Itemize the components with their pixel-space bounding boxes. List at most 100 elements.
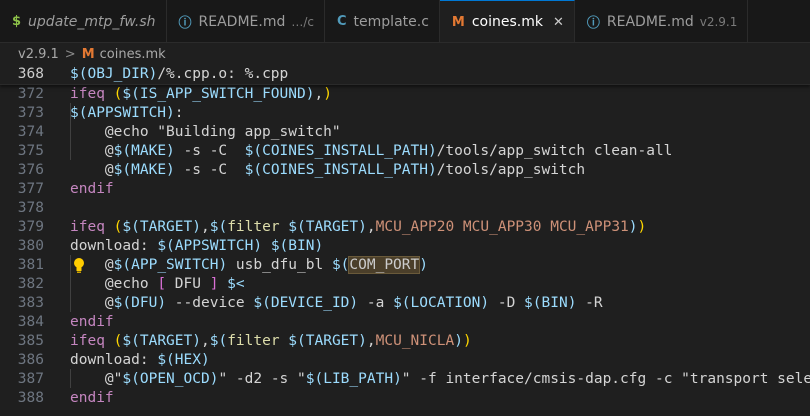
lightbulb-icon[interactable] [72, 257, 86, 274]
code-token: TARGET [139, 219, 193, 235]
code-token: ) [480, 295, 490, 311]
code-token: ) [419, 257, 428, 273]
tab-bar: $ update_mtp_fw.sh ⓘ README.md …/c Ctemplate.… [0, 0, 810, 43]
code-line[interactable]: 383 @$(DFU) --device $(DEVICE_ID) -a $(L… [0, 294, 810, 313]
code-token: /%.cpp.o: %.cpp [157, 66, 289, 82]
line-number: 387 [17, 371, 44, 387]
code-token: ) [358, 219, 367, 235]
line-number: 382 [17, 276, 44, 292]
code-token: ) [166, 105, 175, 121]
code-token: endif [70, 314, 114, 330]
vertical-scrollbar[interactable] [800, 65, 810, 416]
info-icon: ⓘ [178, 16, 192, 31]
code-token: $( [157, 352, 175, 368]
code-token: ) [314, 238, 324, 254]
makefile-icon: M [451, 14, 465, 30]
code-line[interactable]: 374 @echo "Building app_switch" [0, 123, 810, 142]
tab-template-c[interactable]: Ctemplate.c [325, 0, 440, 42]
tab-label: README.md [606, 13, 694, 30]
tab-description: v2.9.1 [699, 14, 738, 29]
code-token: $( [305, 371, 324, 387]
code-token: endif [70, 390, 114, 406]
code-token: $( [70, 105, 88, 121]
code-token: -D [489, 295, 525, 311]
code-editor[interactable]: 368 $(OBJ_DIR)/%.cpp.o: %.cpp 372 ifeq ($(I… [0, 65, 810, 416]
code-text: endif [70, 389, 114, 408]
makefile-icon: M [81, 46, 95, 62]
code-token: endif [70, 181, 114, 197]
code-token: TARGET [305, 333, 359, 349]
code-token: ) [157, 295, 167, 311]
code-token: HEX [174, 352, 201, 368]
sticky-scroll-line[interactable]: 368 $(OBJ_DIR)/%.cpp.o: %.cpp [0, 65, 810, 85]
code-line[interactable]: 381 @$(APP_SWITCH) usb_dfu_bl $(COM_PORT… [0, 256, 810, 275]
code-token: ) [393, 371, 402, 387]
code-line[interactable]: 373 $(APPSWITCH): [0, 104, 810, 123]
code-token: APPSWITCH [87, 105, 167, 121]
code-line[interactable]: 379 ifeq ($(TARGET),$(filter $(TARGET),MC… [0, 218, 810, 237]
tab-label: coines.mk [471, 14, 543, 30]
code-token: /tools/app_switch clean-all [436, 143, 673, 159]
code-text: $(OBJ_DIR)/%.cpp.o: %.cpp [70, 65, 288, 84]
line-number: 385 [17, 333, 44, 349]
code-token: ) [323, 86, 332, 102]
tab-readme-md[interactable]: ⓘ README.md …/c [166, 0, 325, 42]
code-line[interactable]: 388 endif [0, 389, 810, 408]
shell-file-icon: $ [12, 14, 22, 29]
line-number: 378 [17, 200, 44, 216]
code-token: $( [393, 295, 411, 311]
code-line[interactable]: 376 @$(MAKE) -s -C $(COINES_INSTALL_PATH… [0, 161, 810, 180]
code-line[interactable]: 372 ifeq ($(IS_APP_SWITCH_FOUND),) [0, 85, 810, 104]
code-token: ) [349, 295, 359, 311]
c-file-icon: C [337, 14, 347, 29]
code-token: ) [218, 257, 228, 273]
tab-readme-md[interactable]: ⓘ README.md v2.9.1 [574, 0, 749, 42]
code-token: @ [70, 143, 114, 159]
code-token: : [174, 105, 184, 121]
code-token: COINES_INSTALL_PATH [262, 162, 428, 178]
code-line[interactable]: 378 [0, 199, 810, 218]
code-line[interactable]: 377 endif [0, 180, 810, 199]
line-number: 373 [17, 105, 44, 121]
code-token: APPSWITCH [174, 238, 254, 254]
code-token: @ [70, 295, 114, 311]
code-token: LOCATION [410, 295, 481, 311]
code-token: " -d2 -s " [218, 371, 306, 387]
code-token: ifeq [70, 219, 114, 235]
code-token: MCU_APP20 MCU_APP30 MCU_APP31 [375, 219, 629, 235]
code-token: ) [427, 143, 437, 159]
breadcrumb-file[interactable]: coines.mk [100, 47, 166, 62]
line-number: 376 [17, 162, 44, 178]
code-token: OPEN_OCD [139, 371, 210, 387]
code-token: ) [427, 162, 437, 178]
tab-description: …/c [291, 14, 314, 29]
code-token: $( [331, 257, 350, 273]
code-line[interactable]: 382 @echo [ DFU ] $< [0, 275, 810, 294]
code-token: COINES_INSTALL_PATH [262, 143, 428, 159]
close-icon[interactable]: ✕ [553, 15, 564, 30]
code-text: $(APPSWITCH): [70, 104, 184, 123]
code-line[interactable]: 380 download: $(APPSWITCH) $(BIN) [0, 237, 810, 256]
line-number: 372 [17, 86, 44, 102]
code-text: download: $(APPSWITCH) $(BIN) [70, 237, 323, 256]
code-token: download: [70, 352, 158, 368]
code-line[interactable]: 387 @"$(OPEN_OCD)" -d2 -s "$(LIB_PATH)" … [0, 370, 810, 389]
code-token: ) [200, 352, 210, 368]
code-text: @"$(OPEN_OCD)" -d2 -s "$(LIB_PATH)" -f i… [70, 370, 810, 389]
breadcrumb-folder[interactable]: v2.9.1 [18, 47, 59, 62]
code-token: $( [122, 333, 140, 349]
code-token: MAKE [131, 162, 167, 178]
tab-coines-mk[interactable]: Mcoines.mk ✕ [439, 0, 575, 42]
tab-update-mtp-fw-sh[interactable]: $ update_mtp_fw.sh [0, 0, 167, 42]
tab-label: README.md [198, 13, 286, 30]
code-line[interactable]: 385 ifeq ($(TARGET),$(filter $(TARGET),MC… [0, 332, 810, 351]
code-line[interactable]: 386 download: $(HEX) [0, 351, 810, 370]
code-line[interactable]: 375 @$(MAKE) -s -C $(COINES_INSTALL_PATH… [0, 142, 810, 161]
code-text: @$(APP_SWITCH) usb_dfu_bl $(COM_PORT) [70, 256, 428, 275]
code-token: @echo [70, 276, 158, 292]
code-text: ifeq ($(TARGET),$(filter $(TARGET),MCU_N… [70, 332, 472, 351]
code-token: DEVICE_ID [270, 295, 350, 311]
code-line[interactable]: 384 endif [0, 313, 810, 332]
code-text: download: $(HEX) [70, 351, 210, 370]
